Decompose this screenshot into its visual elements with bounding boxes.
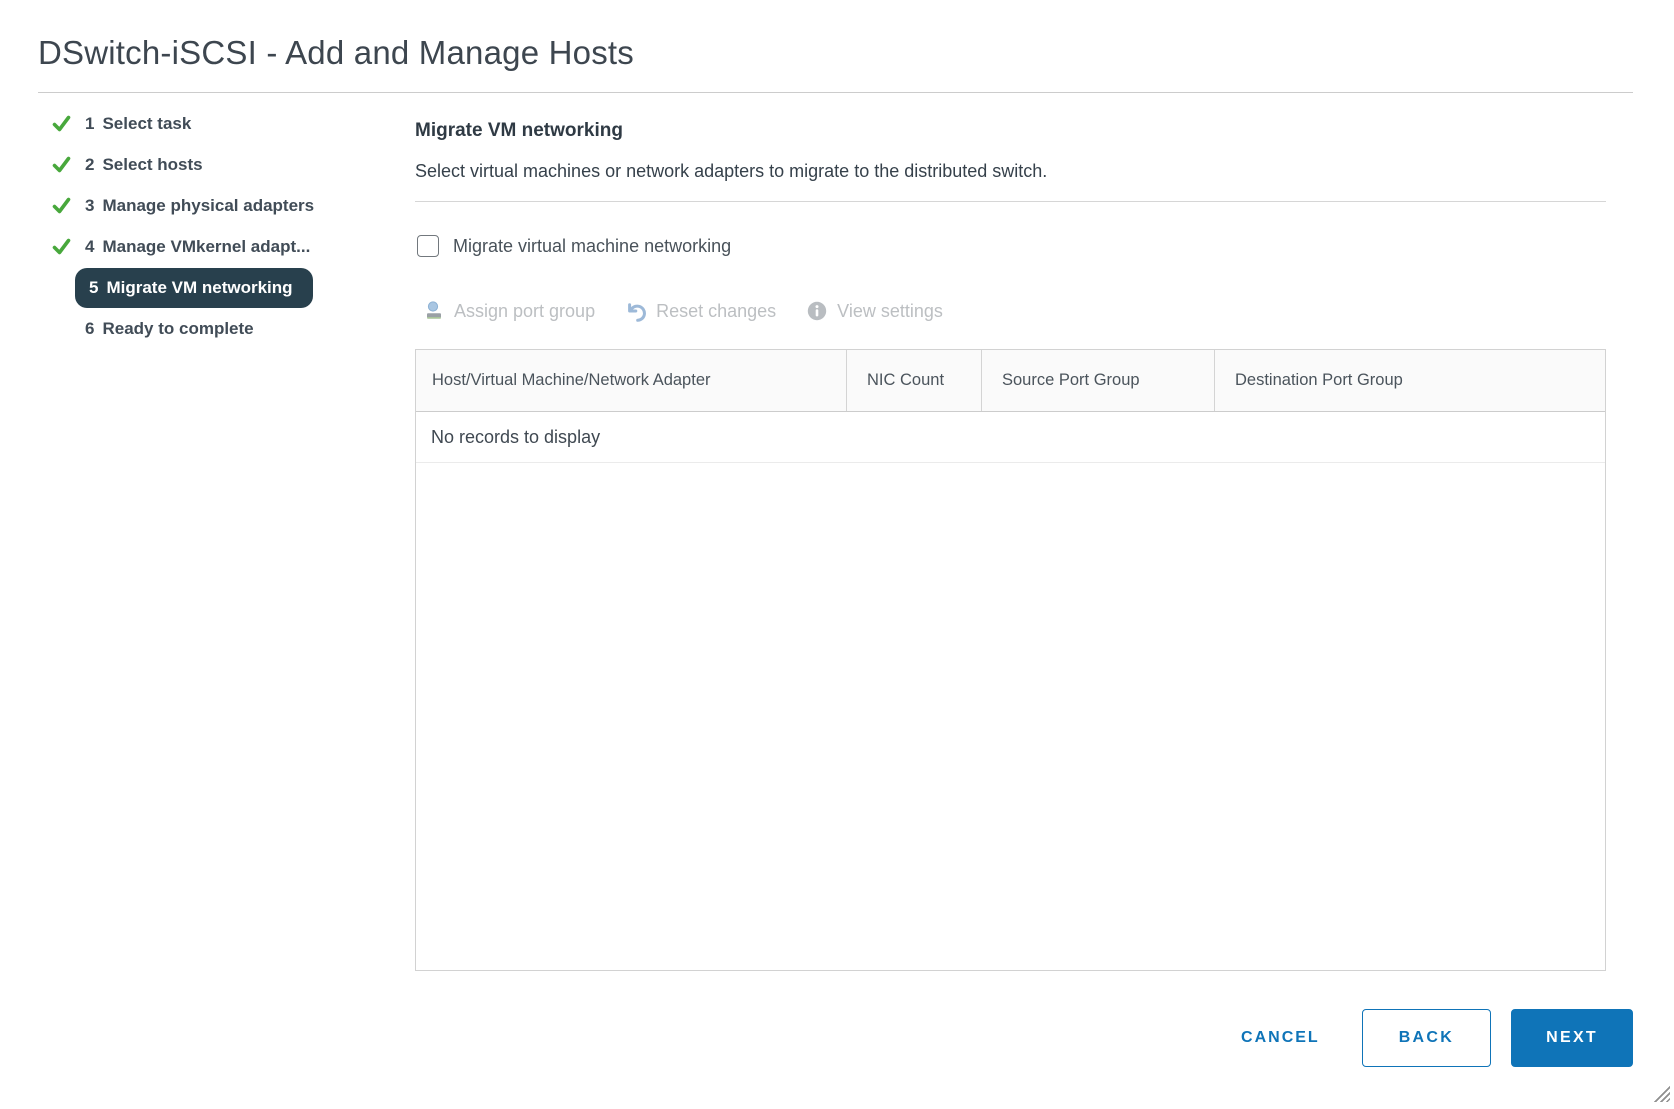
grid-header-row: Host/Virtual Machine/Network Adapter NIC… [416, 350, 1605, 412]
wizard-footer-actions: CANCEL BACK NEXT [1219, 1009, 1633, 1067]
content-divider [415, 201, 1606, 202]
grid-toolbar: Assign port group Reset changes View set… [415, 298, 1606, 324]
migrate-networking-checkbox[interactable] [417, 235, 439, 257]
title-divider [38, 92, 1633, 93]
step-item-manage-physical-adapters[interactable]: 3 Manage physical adapters [38, 185, 406, 226]
add-and-manage-hosts-dialog: DSwitch-iSCSI - Add and Manage Hosts 1 S… [0, 0, 1674, 1109]
migrate-networking-checkbox-label[interactable]: Migrate virtual machine networking [453, 236, 731, 257]
step-number: 6 [85, 318, 95, 338]
assign-port-group-button[interactable]: Assign port group [423, 300, 595, 322]
step-item-select-task[interactable]: 1 Select task [38, 103, 406, 144]
active-step-pill: 5 Migrate VM networking [75, 267, 313, 308]
step-label: Manage VMkernel adapt... [102, 236, 311, 256]
check-icon [50, 236, 72, 258]
step-number: 4 [85, 236, 95, 256]
view-settings-label: View settings [837, 300, 943, 321]
grid-body-empty-area [416, 463, 1605, 970]
step-number: 5 [89, 277, 99, 297]
step-label: Select hosts [102, 154, 203, 174]
assign-port-group-icon [423, 300, 445, 322]
column-header-host-vm-adapter[interactable]: Host/Virtual Machine/Network Adapter [416, 350, 846, 411]
step-label: Migrate VM networking [106, 277, 293, 297]
section-description: Select virtual machines or network adapt… [415, 161, 1048, 181]
check-icon [50, 195, 72, 217]
assign-port-group-label: Assign port group [454, 300, 596, 321]
empty-state-row: No records to display [416, 412, 1605, 463]
page-title: DSwitch-iSCSI - Add and Manage Hosts [38, 34, 634, 71]
column-header-destination-port-group[interactable]: Destination Port Group [1214, 350, 1605, 411]
step-item-migrate-vm-networking-active[interactable]: 5 Migrate VM networking [38, 267, 406, 308]
step-number: 1 [85, 113, 95, 133]
reset-changes-label: Reset changes [656, 300, 777, 321]
section-heading: Migrate VM networking [415, 120, 623, 141]
step-number: 3 [85, 195, 95, 215]
step-label: Select task [102, 113, 192, 133]
view-settings-icon [806, 300, 828, 322]
step-item-ready-to-complete[interactable]: 6 Ready to complete [38, 308, 406, 349]
migrate-networking-checkbox-row: Migrate virtual machine networking [415, 233, 1606, 259]
column-header-nic-count[interactable]: NIC Count [846, 350, 981, 411]
step-item-manage-vmkernel-adapters[interactable]: 4 Manage VMkernel adapt... [38, 226, 406, 267]
column-header-source-port-group[interactable]: Source Port Group [981, 350, 1214, 411]
resize-grip-icon[interactable] [1653, 1085, 1670, 1102]
check-icon [50, 113, 72, 135]
step-label: Ready to complete [102, 318, 254, 338]
step-item-select-hosts[interactable]: 2 Select hosts [38, 144, 406, 185]
reset-changes-button[interactable]: Reset changes [625, 300, 776, 322]
check-icon [50, 154, 72, 176]
empty-state-message: No records to display [431, 426, 601, 447]
step-label: Manage physical adapters [102, 195, 315, 215]
back-button[interactable]: BACK [1361, 1009, 1492, 1067]
next-button[interactable]: NEXT [1511, 1009, 1633, 1067]
reset-changes-icon [625, 300, 647, 322]
view-settings-button[interactable]: View settings [806, 300, 943, 322]
wizard-steps-sidebar: 1 Select task 2 Select hosts 3 Manage ph… [38, 103, 406, 349]
vm-networking-grid: Host/Virtual Machine/Network Adapter NIC… [415, 349, 1606, 971]
cancel-button[interactable]: CANCEL [1219, 1009, 1342, 1067]
step-number: 2 [85, 154, 95, 174]
migrate-vm-networking-panel: Migrate VM networking Select virtual mac… [415, 103, 1606, 971]
